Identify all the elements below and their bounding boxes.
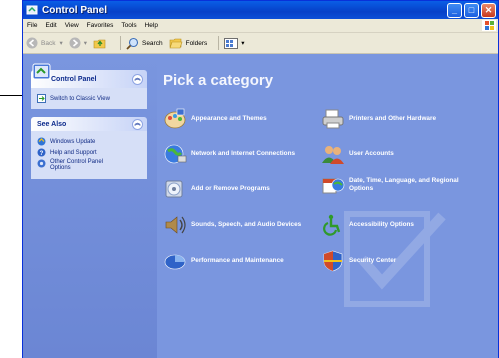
help-and-support-link[interactable]: ? Help and Support <box>37 148 141 157</box>
switch-to-classic-view-label: Switch to Classic View <box>50 95 110 102</box>
collapse-chevron-icon[interactable]: ︽ <box>132 74 143 85</box>
search-button[interactable]: Search <box>126 37 163 50</box>
category-network-and-internet-connections[interactable]: Network and Internet Connections <box>163 143 295 165</box>
forward-arrow-icon <box>69 37 81 49</box>
category-label: Performance and Maintenance <box>191 257 284 264</box>
page-title: Pick a category <box>163 72 274 89</box>
user-accounts-icon <box>322 146 344 164</box>
views-dropdown-icon[interactable]: ▾ <box>241 39 244 47</box>
folders-button[interactable]: Folders <box>169 37 208 49</box>
maximize-button[interactable]: □ <box>464 3 479 18</box>
toolbar-separator <box>218 36 220 50</box>
sounds-speaker-icon <box>165 216 186 234</box>
up-folder-button[interactable] <box>93 37 109 49</box>
switch-to-classic-view-link[interactable]: Switch to Classic View <box>37 94 141 103</box>
back-label: Back <box>41 39 56 47</box>
back-dropdown-icon[interactable]: ▾ <box>59 39 62 47</box>
accessibility-wheelchair-icon <box>323 214 341 236</box>
toolbar-separator <box>119 36 121 50</box>
category-label: Sounds, Speech, and Audio Devices <box>191 221 302 228</box>
control-panel-box-title: Control Panel <box>51 75 97 83</box>
title-bar[interactable]: Control Panel _ □ ✕ <box>23 1 498 19</box>
date-time-globe-icon <box>322 178 345 194</box>
windows-update-link[interactable]: Windows Update <box>37 137 141 146</box>
category-accessibility-options[interactable]: Accessibility Options <box>321 214 414 236</box>
see-also-header[interactable]: See Also ︽ <box>31 117 147 131</box>
forward-dropdown-icon[interactable]: ▾ <box>84 39 87 47</box>
menu-file[interactable]: File <box>27 22 37 29</box>
category-pane: Pick a category Appearance and Themes Pr… <box>157 54 498 358</box>
windows-update-label: Windows Update <box>50 138 96 145</box>
close-button[interactable]: ✕ <box>481 3 496 18</box>
folders-icon <box>169 38 183 49</box>
category-label: Appearance and Themes <box>191 115 267 122</box>
menu-help[interactable]: Help <box>145 22 158 29</box>
category-label: Network and Internet Connections <box>191 150 296 157</box>
control-panel-icon <box>26 5 38 15</box>
folders-label: Folders <box>185 39 208 47</box>
menu-tools[interactable]: Tools <box>121 22 136 29</box>
other-control-panel-options-label: Other Control Panel Options <box>50 159 104 171</box>
category-printers-and-other-hardware[interactable]: Printers and Other Hardware <box>321 108 436 130</box>
collapse-chevron-icon[interactable]: ︽ <box>132 119 143 130</box>
menu-bar: File Edit View Favorites Tools Help <box>23 19 498 33</box>
help-and-support-label: Help and Support <box>50 149 97 156</box>
category-label: Date, Time, Language, and Regional Optio… <box>349 177 459 192</box>
window-title: Control Panel <box>42 4 108 16</box>
options-icon <box>37 159 46 168</box>
performance-pie-icon <box>164 254 186 270</box>
category-label: User Accounts <box>349 150 394 157</box>
category-label: Accessibility Options <box>349 221 414 228</box>
see-also-title: See Also <box>37 120 67 128</box>
svg-text:?: ? <box>40 151 44 157</box>
views-icon <box>224 37 239 49</box>
back-arrow-icon <box>26 37 38 49</box>
menu-view[interactable]: View <box>65 22 79 29</box>
category-performance-and-maintenance[interactable]: Performance and Maintenance <box>163 250 284 272</box>
search-icon <box>126 37 139 50</box>
category-security-center[interactable]: Security Center <box>321 250 396 272</box>
control-panel-window: Control Panel _ □ ✕ File Edit View Favor… <box>22 0 499 358</box>
forward-button[interactable]: ▾ <box>69 37 87 49</box>
category-appearance-and-themes[interactable]: Appearance and Themes <box>163 108 267 130</box>
task-pane: Control Panel ︽ Switch to Classic View S… <box>23 54 157 358</box>
appearance-and-themes-icon <box>164 108 186 129</box>
control-panel-box-body: Switch to Classic View <box>31 88 147 109</box>
category-label: Security Center <box>349 257 397 264</box>
up-folder-icon <box>93 39 106 49</box>
category-sounds-speech-and-audio-devices[interactable]: Sounds, Speech, and Audio Devices <box>163 214 301 236</box>
network-globe-icon <box>164 144 187 164</box>
security-shield-icon <box>323 250 343 272</box>
menu-favorites[interactable]: Favorites <box>87 22 114 29</box>
minimize-button[interactable]: _ <box>447 3 462 18</box>
search-label: Search <box>141 39 163 47</box>
toolbar: Back ▾ ▾ Search Folders ▾ <box>23 33 498 54</box>
content-area: Control Panel ︽ Switch to Classic View S… <box>23 54 498 358</box>
back-button[interactable]: Back ▾ <box>26 37 63 49</box>
category-label: Add or Remove Programs <box>191 185 270 192</box>
menu-edit[interactable]: Edit <box>45 22 56 29</box>
windows-logo-icon <box>482 20 496 31</box>
views-button[interactable]: ▾ <box>224 37 245 49</box>
category-add-or-remove-programs[interactable]: Add or Remove Programs <box>163 178 270 200</box>
category-date-time-language-and-regional-options[interactable]: Date, Time, Language, and Regional Optio… <box>321 174 474 196</box>
control-panel-box-header[interactable]: Control Panel ︽ <box>31 63 147 88</box>
control-panel-box: Control Panel ︽ Switch to Classic View <box>31 63 147 109</box>
see-also-box: See Also ︽ Windows Update ? Help and Sup… <box>31 117 147 179</box>
help-icon: ? <box>37 148 46 157</box>
other-control-panel-options-link[interactable]: Other Control Panel Options <box>37 159 141 171</box>
category-user-accounts[interactable]: User Accounts <box>321 143 394 165</box>
control-panel-large-icon <box>32 63 51 80</box>
see-also-body: Windows Update ? Help and Support Other … <box>31 131 147 179</box>
category-label: Printers and Other Hardware <box>349 115 437 122</box>
switch-view-icon <box>37 94 46 103</box>
windows-update-icon <box>37 137 46 146</box>
printer-icon <box>322 109 344 129</box>
add-remove-programs-icon <box>165 180 183 198</box>
